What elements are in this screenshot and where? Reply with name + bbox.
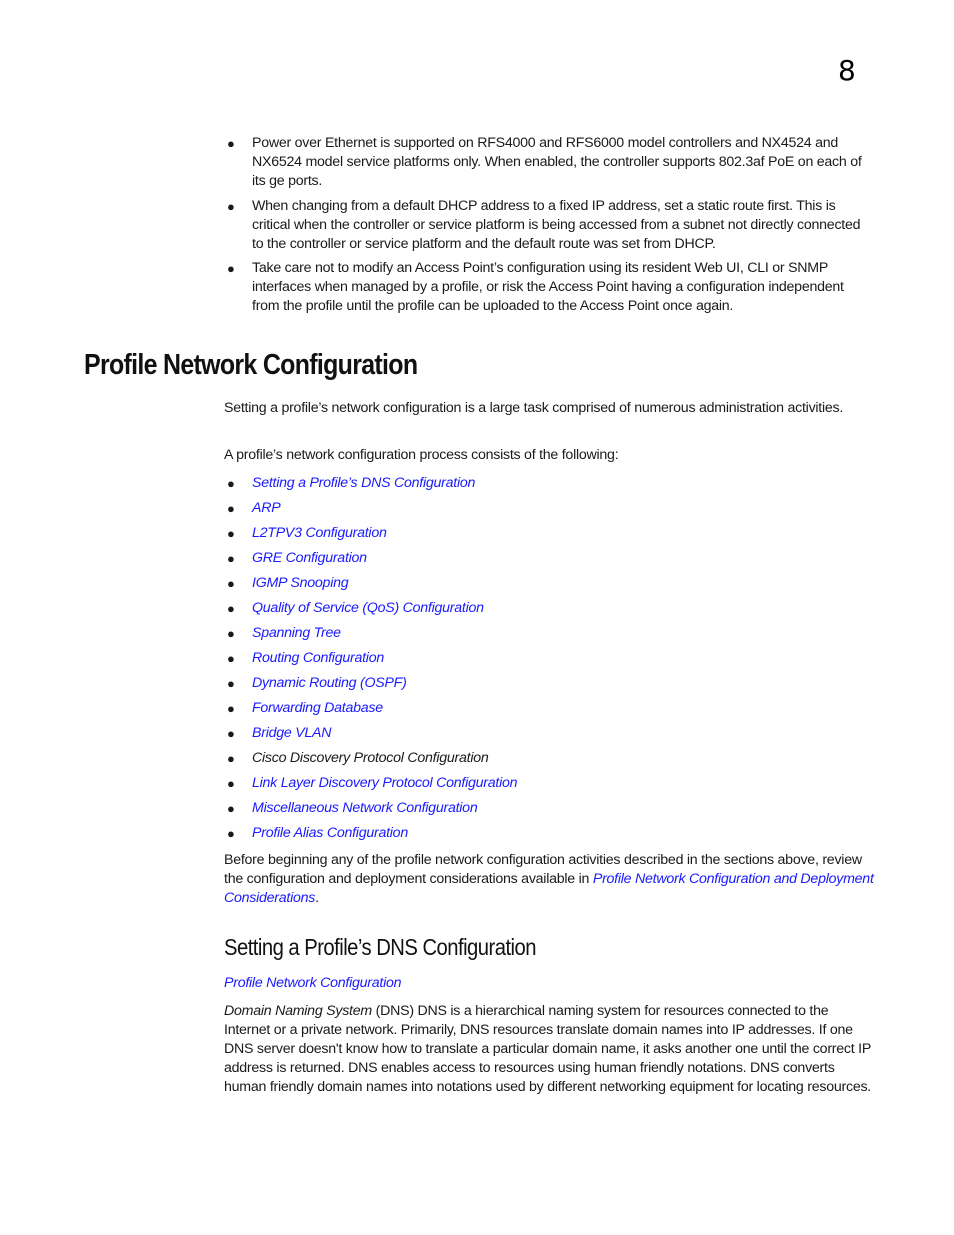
- configuration-topic-item[interactable]: ● IGMP Snooping: [224, 574, 874, 599]
- bullet-icon: ●: [227, 136, 235, 151]
- bullet-icon: ●: [227, 576, 235, 591]
- topic-link[interactable]: Profile Alias Configuration: [252, 825, 408, 841]
- bullet-icon: ●: [227, 261, 235, 276]
- topic-link[interactable]: L2TPV3 Configuration: [252, 525, 387, 541]
- configuration-topic-list: ● Setting a Profile’s DNS Configuration ● A…: [224, 474, 874, 849]
- topic-link[interactable]: Miscellaneous Network Configuration: [252, 800, 478, 816]
- configuration-topic-item[interactable]: ● Link Layer Discovery Protocol Configura…: [224, 774, 874, 799]
- configuration-topic-item[interactable]: ● Profile Alias Configuration: [224, 824, 874, 849]
- intro-bullet: ● Power over Ethernet is supported on RFS…: [227, 135, 862, 189]
- bullet-icon: ●: [227, 701, 235, 716]
- configuration-topic-item[interactable]: ● Setting a Profile’s DNS Configuration: [224, 474, 874, 499]
- bullet-icon: ●: [227, 551, 235, 566]
- bullet-icon: ●: [227, 801, 235, 816]
- bullet-icon: ●: [227, 501, 235, 516]
- intro-bullet: ● When changing from a default DHCP addre…: [227, 197, 861, 252]
- configuration-topic-item[interactable]: ● Spanning Tree: [224, 624, 874, 649]
- dns-description-paragraph: Domain Naming System (DNS) DNS is a hier…: [224, 1003, 871, 1095]
- topic-link[interactable]: Routing Configuration: [252, 650, 384, 666]
- bullet-icon: ●: [227, 198, 235, 214]
- subsection-title: Setting a Profile’s DNS Configuration: [224, 934, 537, 960]
- bullet-icon: ●: [227, 526, 235, 541]
- configuration-topic-item[interactable]: ● Forwarding Database: [224, 699, 874, 724]
- bullet-icon: ●: [227, 751, 235, 766]
- configuration-topic-item[interactable]: ● Dynamic Routing (OSPF): [224, 674, 874, 699]
- configuration-topic-item[interactable]: ● Routing Configuration: [224, 649, 874, 674]
- configuration-topic-item[interactable]: ● Quality of Service (QoS) Configuration: [224, 599, 874, 624]
- bullet-icon: ●: [227, 676, 235, 691]
- configuration-topic-item[interactable]: ● Bridge VLAN: [224, 724, 874, 749]
- bullet-icon: ●: [227, 626, 235, 641]
- intro-bullet-list: ● Power over Ethernet is supported on RFS…: [224, 134, 874, 322]
- section-intro-paragraph: Setting a profile’s network configuratio…: [224, 400, 844, 416]
- topic-link[interactable]: Bridge VLAN: [252, 725, 332, 741]
- dns-term: Domain Naming System: [224, 1003, 372, 1019]
- topic-link[interactable]: Quality of Service (QoS) Configuration: [252, 600, 484, 616]
- intro-bullet: ● Take care not to modify an Access Point…: [227, 260, 844, 314]
- bullet-icon: ●: [227, 776, 235, 791]
- bullet-icon: ●: [227, 601, 235, 616]
- list-intro-paragraph: A profile’s network configuration proces…: [224, 447, 619, 463]
- chapter-number: 8: [838, 54, 856, 87]
- topic-link[interactable]: Setting a Profile’s DNS Configuration: [252, 475, 475, 491]
- configuration-topic-item[interactable]: ● ARP: [224, 499, 874, 524]
- topic-link[interactable]: GRE Configuration: [252, 550, 367, 566]
- configuration-topic-item[interactable]: ● GRE Configuration: [224, 549, 874, 574]
- topic-link[interactable]: Spanning Tree: [252, 625, 341, 641]
- topic-link[interactable]: ARP: [252, 500, 281, 516]
- section-title: Profile Network Configuration: [84, 349, 418, 381]
- bullet-icon: ●: [227, 826, 235, 841]
- configuration-topic-item: ● Cisco Discovery Protocol Configuration: [224, 749, 874, 774]
- bullet-icon: ●: [227, 726, 235, 741]
- subsection-breadcrumb: Profile Network Configuration: [224, 974, 874, 993]
- topic-link[interactable]: Link Layer Discovery Protocol Configurat…: [252, 775, 518, 791]
- topic-link[interactable]: IGMP Snooping: [252, 575, 349, 591]
- configuration-topic-item[interactable]: ● Miscellaneous Network Configuration: [224, 799, 874, 824]
- topic-link[interactable]: Dynamic Routing (OSPF): [252, 675, 407, 691]
- topic-label: Cisco Discovery Protocol Configuration: [252, 750, 489, 766]
- profile-network-configuration-link[interactable]: Profile Network Configuration: [224, 975, 402, 991]
- topic-link[interactable]: Forwarding Database: [252, 700, 383, 716]
- closing-paragraph: Before beginning any of the profile netw…: [224, 852, 874, 906]
- configuration-topic-item[interactable]: ● L2TPV3 Configuration: [224, 524, 874, 549]
- bullet-icon: ●: [227, 651, 235, 666]
- bullet-icon: ●: [227, 476, 235, 491]
